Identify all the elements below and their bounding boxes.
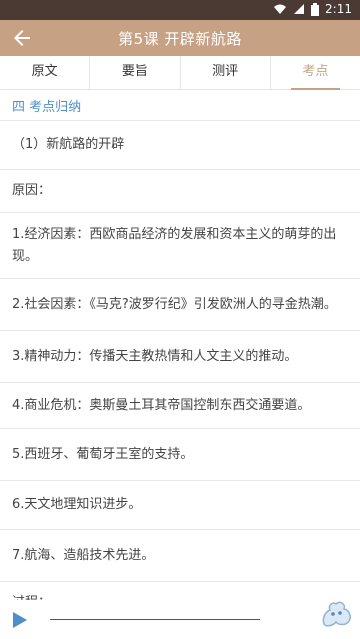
audio-progress-track[interactable] xyxy=(50,619,260,620)
status-time: 2:11 xyxy=(325,2,352,16)
cellular-signal-icon xyxy=(294,4,305,14)
list-item-text: 4.商业危机：奥斯曼土耳其帝国控制东西交通要道。 xyxy=(12,397,311,413)
list-item-text: 2.社会因素：《马克?波罗行纪》引发欧洲人的寻金热潮。 xyxy=(12,296,337,312)
battery-icon xyxy=(311,2,320,16)
tab-bar: 原文 要旨 测评 考点 xyxy=(0,56,360,90)
list-item: 3.精神动力：传播天主教热情和人文主义的推动。 xyxy=(0,331,360,383)
list-item: 原因： xyxy=(0,170,360,213)
list-item-text: 原因： xyxy=(12,183,52,198)
tab-assessment[interactable]: 测评 xyxy=(181,56,271,89)
play-icon[interactable] xyxy=(12,611,28,629)
list-item: （1）新航路的开辟 xyxy=(0,121,360,170)
list-item-text: 7.航海、造船技术先进。 xyxy=(12,547,155,563)
app-bar: 第5课 开辟新航路 xyxy=(0,20,360,56)
list-item: 7.航海、造船技术先进。 xyxy=(0,530,360,582)
list-item: 4.商业危机：奥斯曼土耳其帝国控制东西交通要道。 xyxy=(0,383,360,429)
content-list: 四 考点归纳 （1）新航路的开辟 原因： 1.经济因素：西欧商品经济的发展和资本… xyxy=(0,90,360,624)
audio-player-bar xyxy=(0,600,360,639)
list-item: 1.经济因素：西欧商品经济的发展和资本主义的萌芽的出现。 xyxy=(0,213,360,279)
section-title: 四 考点归纳 xyxy=(0,90,360,121)
list-item-text: 6.天文地理知识进步。 xyxy=(12,497,142,512)
tab-original-text[interactable]: 原文 xyxy=(0,56,91,89)
page-title: 第5课 开辟新航路 xyxy=(118,30,242,48)
list-item-text: 5.西班牙、葡萄牙王室的支持。 xyxy=(12,446,194,462)
list-item-text: 3.精神动力：传播天主教热情和人文主义的推动。 xyxy=(12,348,298,364)
tab-key-points[interactable]: 考点 xyxy=(271,56,360,90)
list-item: 5.西班牙、葡萄牙王室的支持。 xyxy=(0,429,360,481)
status-icons: 2:11 xyxy=(273,2,352,16)
tab-summary[interactable]: 要旨 xyxy=(90,56,181,89)
assistant-float-icon[interactable] xyxy=(318,598,356,628)
list-item: 6.天文地理知识进步。 xyxy=(0,481,360,530)
list-item: 2.社会因素：《马克?波罗行纪》引发欧洲人的寻金热潮。 xyxy=(0,279,360,331)
list-item-text: 1.经济因素：西欧商品经济的发展和资本主义的萌芽的出现。 xyxy=(12,226,337,264)
wifi-icon xyxy=(274,4,287,14)
list-item-text: （1）新航路的开辟 xyxy=(12,137,125,152)
status-bar: 2:11 xyxy=(0,0,360,20)
